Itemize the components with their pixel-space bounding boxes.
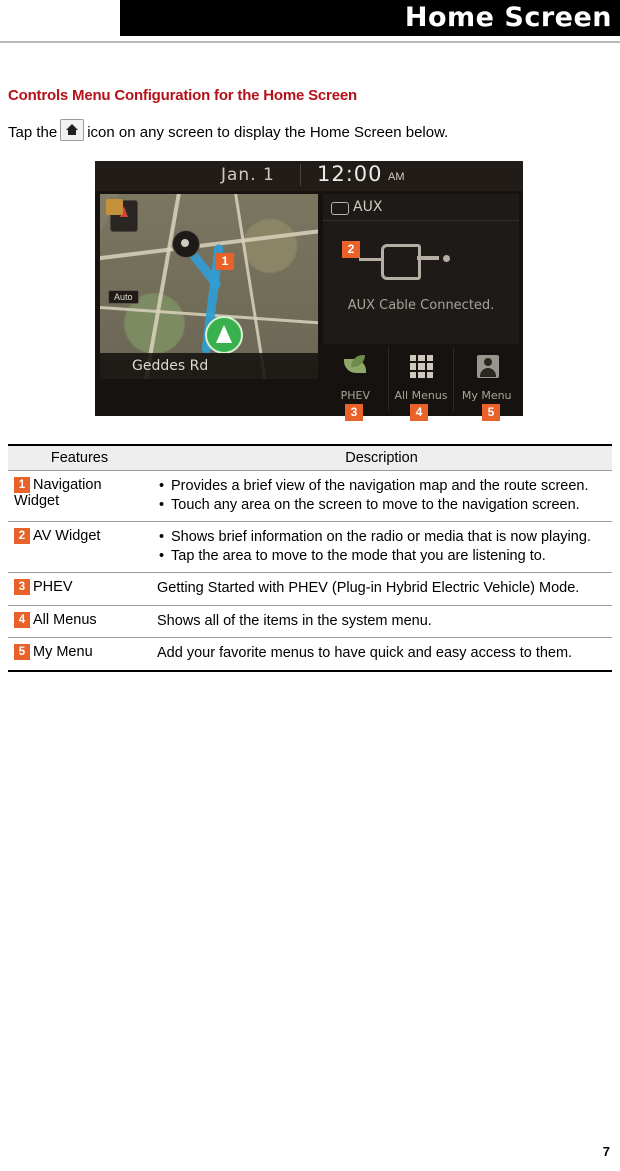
description-bullet: Shows brief information on the radio or … [157,528,606,547]
person-icon [473,353,501,379]
row-number-badge: 3 [14,579,30,596]
feature-cell: 1 Navigation Widget [8,470,151,523]
table-row: 2AV Widget Shows brief information on th… [8,521,612,574]
navigation-widget[interactable]: Auto Geddes Rd [100,194,318,379]
all-menus-button[interactable]: All Menus [387,347,454,411]
home-screen-figure: Jan. 1 12:00 AM Auto Geddes Rd AUX AUX C… [95,161,523,421]
current-street-label: Geddes Rd [100,353,318,379]
column-header-features: Features [8,444,151,471]
description-bullet: Provides a brief view of the navigation … [157,477,606,496]
row-number-badge: 1 [14,477,30,493]
feature-cell: 2 AV Widget [8,521,151,574]
row-number-badge: 2 [14,528,30,545]
features-table: Features Description 1 Navigation Widget … [8,444,612,672]
feature-label: AV Widget [33,528,101,545]
aux-plug-dot [443,255,450,262]
feature-label: My Menu [33,644,93,661]
description-cell: Shows brief information on the radio or … [151,521,612,574]
feature-cell: 4 All Menus [8,605,151,639]
table-header-row: Features Description [8,444,612,471]
description-cell: Shows all of the items in the system men… [151,605,612,639]
map-auto-badge: Auto [108,290,139,304]
grid-icon [407,353,435,379]
intro-text-after: icon on any screen to display the Home S… [87,124,449,141]
my-menu-button-label: My Menu [461,389,512,402]
table-header: Features Description [8,444,612,471]
table-row: 5 My Menu Add your favorite menus to have… [8,637,612,672]
section-title: Controls Menu Configuration for the Home… [8,87,357,104]
av-widget[interactable]: AUX AUX Cable Connected. [323,194,519,344]
leaf-icon [341,353,369,379]
description-bullet: Touch any area on the screen to move to … [157,496,606,515]
callout-3: 3 [345,404,363,421]
status-bar: Jan. 1 12:00 AM [95,161,523,191]
column-header-description: Description [151,444,612,471]
callout-1: 1 [216,253,234,270]
status-separator [300,164,301,186]
phev-button-label: PHEV [340,389,371,402]
intro-paragraph: Tap the icon on any screen to display the… [8,119,448,141]
intro-text-before: Tap the [8,124,58,141]
vehicle-position-icon [205,316,243,354]
header-divider [0,41,620,43]
feature-cell: 5 My Menu [8,637,151,672]
table-body: 1Navigation Widget Provides a brief view… [8,470,612,672]
row-number-badge: 4 [14,611,30,628]
feature-label: All Menus [33,611,97,628]
page-number: 7 [602,1144,610,1159]
page-header: Home Screen [0,0,620,44]
callout-4: 4 [410,404,428,421]
table-row: 4 All Menus Shows all of the items in the… [8,605,612,639]
aux-plug-pin [417,256,439,260]
description-text: Getting Started with PHEV (Plug-in Hybri… [157,580,580,597]
aux-plug-cable [359,258,383,261]
aux-status-text: AUX Cable Connected. [347,298,495,313]
street-marker-icon [106,199,123,215]
home-button-row: PHEV All Menus My Menu [323,347,519,411]
description-bullet-list: Provides a brief view of the navigation … [157,477,606,514]
status-date: Jan. 1 [221,165,275,185]
description-cell: Getting Started with PHEV (Plug-in Hybri… [151,572,612,606]
aux-plug-icon [359,238,461,282]
feature-cell: 3 PHEV [8,572,151,606]
phev-button[interactable]: PHEV [323,347,388,411]
page-title: Home Screen [404,2,612,33]
my-menu-button[interactable]: My Menu [453,347,519,411]
description-bullet-list: Shows brief information on the radio or … [157,528,606,565]
description-bullet: Tap the area to move to the mode that yo… [157,547,606,566]
description-cell: Add your favorite menus to have quick an… [151,637,612,672]
description-cell: Provides a brief view of the navigation … [151,470,612,523]
feature-label: PHEV [33,579,73,596]
home-icon [60,119,85,141]
aux-source-label: AUX [323,194,519,221]
map-center-button[interactable] [172,230,200,258]
head-unit-screen: Jan. 1 12:00 AM Auto Geddes Rd AUX AUX C… [95,161,523,416]
table-row: 1Navigation Widget Provides a brief view… [8,470,612,523]
description-text: Shows all of the items in the system men… [157,612,432,629]
description-text: Add your favorite menus to have quick an… [157,645,573,662]
callout-5: 5 [482,404,500,421]
row-number-badge: 5 [14,644,30,661]
table-row: 3 PHEV Getting Started with PHEV (Plug-in… [8,572,612,606]
callout-2: 2 [342,241,360,258]
aux-source-icon [331,202,349,215]
all-menus-button-label: All Menus [394,389,448,402]
status-ampm: AM [388,171,405,183]
status-time: 12:00 [317,162,383,186]
aux-plug-body [381,244,421,280]
